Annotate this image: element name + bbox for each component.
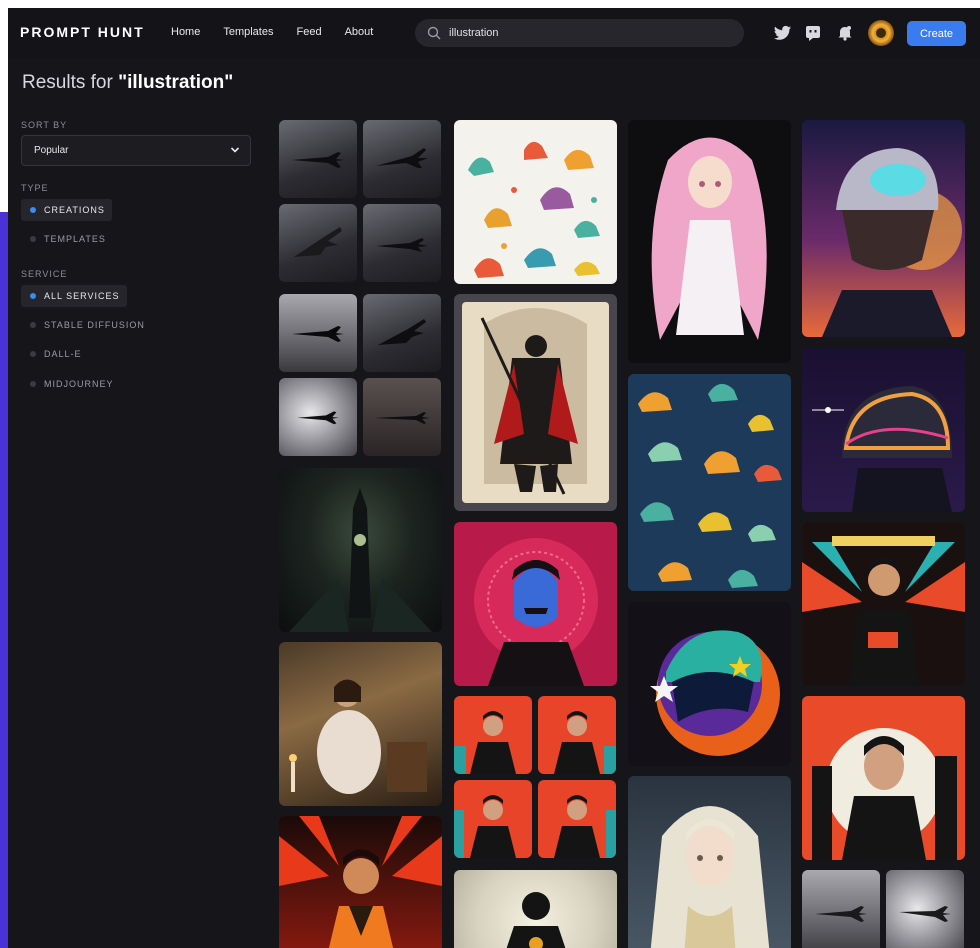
type-label: TYPE [21,183,49,193]
notification-icon[interactable] [835,23,855,43]
nav-feed[interactable]: Feed [296,26,321,38]
tile-image [650,806,770,948]
gallery-tile-colorful-dinosaurs[interactable] [454,120,617,284]
gallery-tile-fighter-jet-grid-2[interactable] [279,294,442,458]
filter-midjourney[interactable]: MIDJOURNEY [21,373,121,395]
tile-image [651,137,767,340]
gallery-tile-space-helmet-planet[interactable] [802,348,965,512]
tile-image [468,141,600,278]
gallery-tile-red-mandala-portrait[interactable] [454,522,617,686]
profile-avatar-icon[interactable] [868,20,894,46]
tile-image [289,488,432,632]
service-label: SERVICE [21,269,68,279]
results-query: "illustration" [118,72,234,93]
unselected-dot-icon [30,236,36,242]
results-heading: Results for "illustration" [22,72,233,94]
filter-templates-label: TEMPLATES [44,234,106,244]
filter-dall-e-label: DALL-E [44,349,82,359]
filter-all-services-label: ALL SERVICES [44,291,120,301]
nav-home[interactable]: Home [171,26,200,38]
gallery-tile-neon-poster-man[interactable] [802,522,965,686]
selected-dot-icon [30,293,36,299]
discord-icon[interactable] [803,23,823,43]
tile-image [802,536,965,686]
filter-midjourney-label: MIDJOURNEY [44,379,114,389]
tile-image [363,294,441,372]
tile-image [279,204,357,282]
filter-creations-label: CREATIONS [44,205,105,215]
search-input[interactable] [447,26,731,40]
tile-image [822,148,962,337]
tile-image [363,378,441,456]
search-bar[interactable] [415,19,744,47]
unselected-dot-icon [30,351,36,357]
nav-templates[interactable]: Templates [223,26,273,38]
tile-image [886,870,964,948]
gallery-tile-white-hair-fantasy-girl[interactable] [628,776,791,948]
sort-selected-value: Popular [34,145,69,156]
sort-by-label: SORT BY [21,120,68,130]
gallery-tile-fighter-jet-grid[interactable] [279,120,442,284]
gallery-tile-pink-hair-anime-girl[interactable] [628,120,791,363]
gallery-tile-dinosaur-pattern[interactable] [628,374,791,591]
gallery-tile-red-poster-man[interactable] [279,816,442,948]
brand-logo[interactable]: PROMPT HUNT [20,24,145,40]
create-button[interactable]: Create [907,21,966,46]
tile-image [454,696,532,774]
selected-dot-icon [30,207,36,213]
sort-select[interactable]: Popular [21,135,251,166]
search-icon [427,26,441,40]
results-prefix: Results for [22,72,113,93]
tile-image [638,383,782,588]
tile-image [462,302,609,503]
tile-image [279,378,357,456]
gallery-tile-dark-gothic-tower[interactable] [279,468,442,632]
top-navigation-bar: PROMPT HUNT Home Templates Feed About Cr… [8,8,980,58]
tile-image [538,780,616,858]
filter-stable-diffusion-label: STABLE DIFFUSION [44,320,145,330]
gallery-tile-candlelit-reading-woman[interactable] [279,642,442,806]
gallery-tile-red-skyline-portrait[interactable] [802,696,965,860]
tile-image [279,816,442,948]
gallery-tile-helmet-rider-sunset[interactable] [802,120,965,337]
twitter-icon[interactable] [773,23,793,43]
gallery-tile-dark-samurai-warrior[interactable] [454,294,617,511]
unselected-dot-icon [30,322,36,328]
tile-image [650,630,780,756]
filter-creations[interactable]: CREATIONS [21,199,112,221]
tile-image [279,120,357,198]
tile-image [538,696,616,774]
gallery-tile-black-shirt-man[interactable] [454,870,617,948]
tile-image [802,870,880,948]
nav-about[interactable]: About [345,26,374,38]
filter-stable-diffusion[interactable]: STABLE DIFFUSION [21,314,152,336]
tile-image [812,386,952,512]
gallery-tile-astronaut-helmet-stars[interactable] [628,602,791,766]
tile-image [812,728,957,860]
tile-image [474,538,598,686]
tile-image [279,294,357,372]
gallery-tile-fighter-jet-pair[interactable] [802,870,965,948]
tile-image [506,892,566,948]
filter-all-services[interactable]: ALL SERVICES [21,285,127,307]
main-nav: Home Templates Feed About [171,26,373,38]
chevron-down-icon [230,147,240,153]
filter-templates[interactable]: TEMPLATES [21,228,113,250]
tile-image [363,120,441,198]
filter-dall-e[interactable]: DALL-E [21,343,89,365]
tile-image [289,679,427,794]
unselected-dot-icon [30,381,36,387]
tile-image [363,204,441,282]
tile-image [454,780,532,858]
app-window: PROMPT HUNT Home Templates Feed About Cr… [8,8,980,948]
gallery-tile-red-poster-man-grid[interactable] [454,696,617,860]
